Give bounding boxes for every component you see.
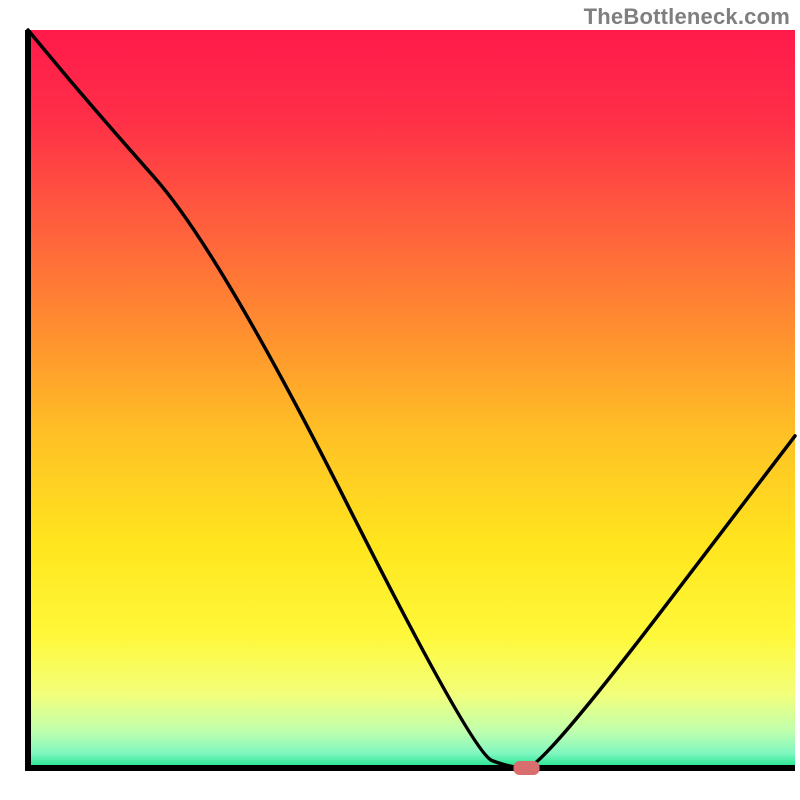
plot-area [28,30,795,775]
bottleneck-chart [0,0,800,800]
optimal-point-marker [514,761,540,775]
plot-background [28,30,795,768]
chart-container: TheBottleneck.com [0,0,800,800]
attribution-text: TheBottleneck.com [584,4,790,30]
